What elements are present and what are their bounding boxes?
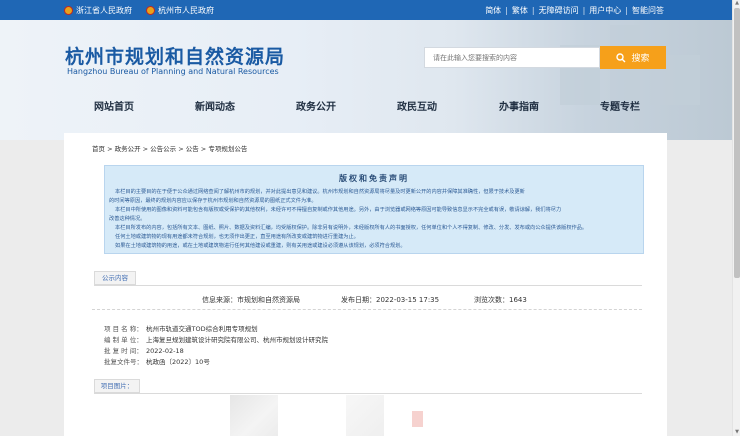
top-links: 简体 | 繁体 | 无障碍访问 | 用户中心 | 智能问答 [485,5,664,16]
dashed-divider [92,309,642,310]
gov-link-hangzhou[interactable]: 杭州市人民政府 [146,5,214,16]
gov-link-label: 杭州市人民政府 [158,6,214,15]
search-input[interactable] [424,47,600,68]
site-header: 杭州市规划和自然资源局 Hangzhou Bureau of Planning … [0,20,732,140]
link-traditional[interactable]: 繁体 [512,5,528,16]
national-emblem-icon [146,6,155,15]
section-divider [94,285,642,286]
link-smart-qa[interactable]: 智能问答 [632,5,664,16]
info-source: 信息来源：市规划和自然资源局 [202,296,300,304]
disclaimer-line: 的时间等原因，最终的规划内容应以保存于杭州市规划和自然资源局的图纸正式文件为准。 [109,198,317,204]
main-nav: 网站首页 新闻动态 政务公开 政民互动 办事指南 专题专栏 [0,94,732,116]
info-label: 批复文件号： [104,358,143,366]
breadcrumb[interactable]: 首页 > 政务公开 > 公告公示 > 公告 > 专项规划公告 [92,143,247,153]
project-image[interactable] [412,411,423,427]
search-button-label: 搜索 [631,54,650,64]
disclaimer-title: 版权和免责声明 [339,174,409,183]
section-tab-content: 公示内容 [94,271,136,285]
scrollbar-thumb[interactable] [734,8,740,278]
disclaimer-line: 如果在土地或建筑物的用途，或在土地或建筑物进行任何其他建设或重建，则有关用途或建… [115,243,406,249]
info-value: 2022-02-18 [146,347,184,355]
site-logo-title[interactable]: 杭州市规划和自然资源局 [65,42,285,69]
scroll-up-arrow-icon[interactable]: ▲ [734,0,740,7]
info-value: 杭政函〔2022〕10号 [146,358,210,366]
content-panel: 首页 > 政务公开 > 公告公示 > 公告 > 专项规划公告 版权和免责声明 本… [64,133,667,436]
nav-special-topics[interactable]: 专题专栏 [600,98,640,113]
info-value: 上海复旦规划建筑设计研究院有限公司、杭州市规划设计研究院 [146,336,328,344]
vertical-scrollbar[interactable]: ▲ ▼ [732,0,740,436]
disclaimer-line: 改善这种情况。 [109,216,146,222]
scroll-down-arrow-icon[interactable]: ▼ [734,429,740,436]
nav-home[interactable]: 网站首页 [94,98,134,113]
separator: | [505,6,508,15]
separator: | [625,6,628,15]
site-logo-subtitle: Hangzhou Bureau of Planning and Natural … [67,67,279,76]
gov-link-label: 浙江省人民政府 [76,6,132,15]
disclaimer-line: 本栏目所发布的内容，包括所有文本、图纸、照片、数据及资料汇编，均受版权保护。除非… [115,225,588,231]
disclaimer-line: 任何土地或建筑物的现有用途都未符合规划，也无须作出更正，直至用途有所改变或建筑物… [115,234,359,240]
info-unit: 编 制 单 位： 上海复旦规划建筑设计研究院有限公司、杭州市规划设计研究院 [104,334,328,344]
project-image[interactable] [230,395,278,436]
info-label: 编 制 单 位： [104,336,143,344]
info-project-name: 项 目 名 称： 杭州市轨道交通TOD综合利用专项规划 [104,323,258,333]
nav-news[interactable]: 新闻动态 [195,98,235,113]
nav-interaction[interactable]: 政民互动 [397,98,437,113]
link-accessibility[interactable]: 无障碍访问 [539,5,579,16]
publish-date: 发布日期：2022-03-15 17:35 [341,296,440,304]
info-approve-date: 批 复 时 间： 2022-02-18 [104,345,184,355]
search-icon [616,52,626,62]
section-divider [94,393,642,394]
disclaimer-box: 版权和免责声明 本栏目的主要目的在于便于公众通过网络查阅了解杭州市的规划，并对此… [104,165,644,254]
nav-gov-affairs[interactable]: 政务公开 [296,98,336,113]
disclaimer-line: 本栏目中所使用的图像和资料可能包含有版权或受保护的其他权利，未经许可不得擅自复制… [115,207,562,213]
disclaimer-line: 本栏目的主要目的在于便于公众通过网络查阅了解杭州市的规划，并对此提出意见和建议。… [115,189,525,195]
section-tab-images: 项目图片： [94,379,140,393]
separator: | [582,6,586,15]
top-bar: 浙江省人民政府 杭州市人民政府 简体 | 繁体 | 无障碍访问 | 用户中心 |… [0,0,732,20]
link-user-center[interactable]: 用户中心 [589,5,621,16]
gov-link-zhejiang[interactable]: 浙江省人民政府 [64,5,132,16]
separator: | [531,6,535,15]
info-doc-number: 批复文件号： 杭政函〔2022〕10号 [104,356,210,366]
info-label: 批 复 时 间： [104,347,143,355]
national-emblem-icon [64,6,73,15]
project-image[interactable] [346,395,384,436]
info-label: 项 目 名 称： [104,325,143,333]
info-value: 杭州市轨道交通TOD综合利用专项规划 [146,325,258,333]
link-simplified[interactable]: 简体 [485,5,501,16]
search-button[interactable]: 搜索 [600,46,666,69]
nav-service-guide[interactable]: 办事指南 [499,98,539,113]
view-count: 浏览次数：1643 [474,296,527,304]
